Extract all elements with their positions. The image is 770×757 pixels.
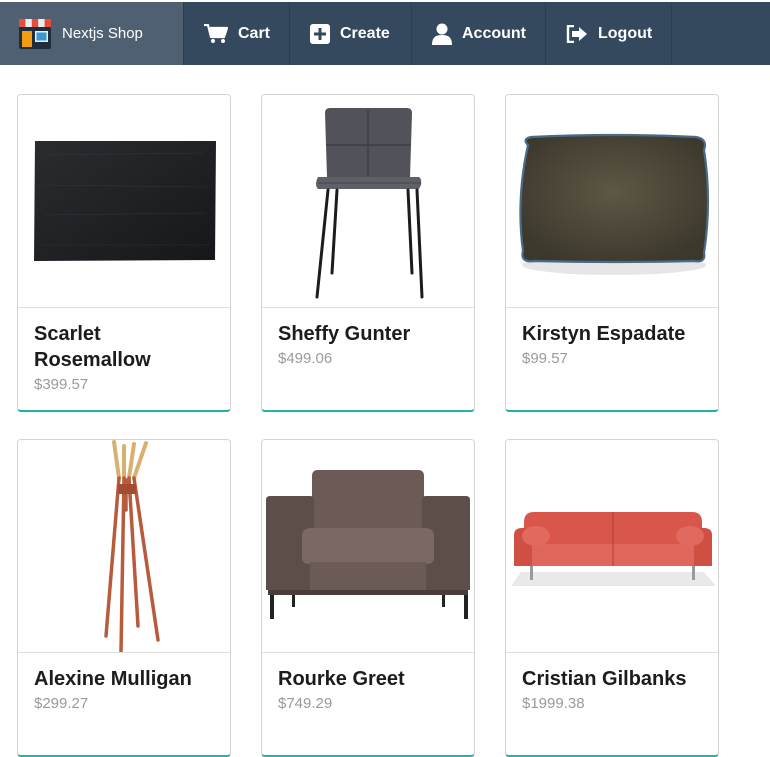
product-price: $99.57 (522, 350, 568, 367)
product-price: $1999.38 (522, 695, 585, 712)
product-image-black-rug[interactable] (18, 95, 230, 308)
product-name[interactable]: Kirstyn Espadate (522, 321, 702, 347)
product-card[interactable]: Kirstyn Espadate $99.57 (505, 94, 719, 412)
product-card[interactable]: Sheffy Gunter $499.06 (261, 94, 475, 412)
product-card[interactable]: Rourke Greet $749.29 (261, 439, 475, 757)
product-card[interactable]: Alexine Mulligan $299.27 (17, 439, 231, 757)
nav-account-link[interactable]: Account (412, 2, 546, 65)
product-name[interactable]: Alexine Mulligan (34, 666, 214, 692)
product-card[interactable]: Cristian Gilbanks $1999.38 (505, 439, 719, 757)
nav-create-link[interactable]: Create (290, 2, 412, 65)
product-name[interactable]: Sheffy Gunter (278, 321, 458, 347)
nav-cart-label: Cart (238, 24, 271, 42)
user-icon (432, 23, 452, 45)
nav-brand-link[interactable]: Nextjs Shop (0, 2, 184, 65)
product-name[interactable]: Rourke Greet (278, 666, 458, 692)
product-price: $299.27 (34, 695, 89, 712)
product-grid: Scarlet Rosemallow $399.57 Sheffy Gunter… (17, 94, 719, 757)
nav-create-label: Create (340, 24, 390, 42)
product-image-grey-chair[interactable] (262, 95, 474, 308)
nav-brand-label: Nextjs Shop (62, 25, 143, 42)
product-image-red-sofa[interactable] (506, 440, 718, 653)
nav-cart-link[interactable]: Cart (184, 2, 290, 65)
product-name[interactable]: Scarlet Rosemallow (34, 321, 214, 373)
product-name[interactable]: Cristian Gilbanks (522, 666, 702, 692)
sign-out-icon (566, 24, 588, 43)
product-image-brown-pillow[interactable] (506, 95, 718, 308)
nav-account-label: Account (462, 24, 526, 42)
top-navbar: Nextjs Shop Cart Create Account Logout (0, 2, 770, 65)
product-price: $399.57 (34, 376, 89, 393)
nav-logout-label: Logout (598, 24, 653, 42)
shop-storefront-icon (18, 18, 52, 50)
product-price: $749.29 (278, 695, 333, 712)
product-image-coat-rack[interactable] (18, 440, 230, 653)
cart-icon (204, 23, 228, 44)
nav-logout-link[interactable]: Logout (546, 2, 672, 65)
plus-square-icon (310, 23, 330, 44)
product-card[interactable]: Scarlet Rosemallow $399.57 (17, 94, 231, 412)
product-image-brown-armchair[interactable] (262, 440, 474, 653)
product-price: $499.06 (278, 350, 333, 367)
